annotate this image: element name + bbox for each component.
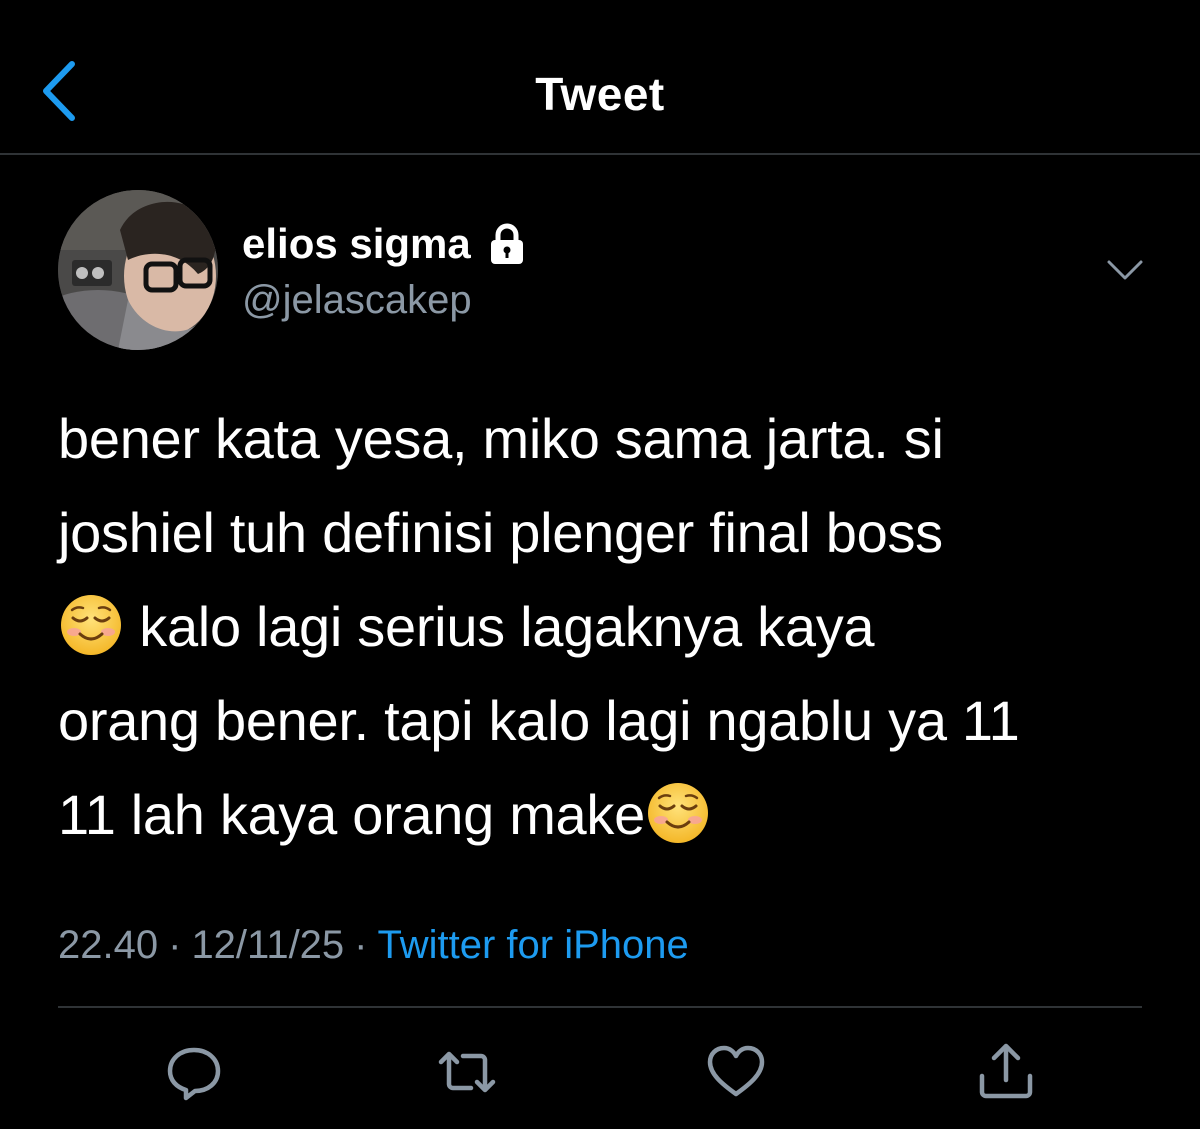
top-navbar: Tweet [0, 0, 1200, 155]
meta-separator: · [354, 923, 368, 967]
reply-button[interactable] [162, 1040, 226, 1104]
smiling-face-emoji-icon [645, 780, 711, 846]
tweet-menu-button[interactable] [1103, 250, 1147, 290]
chevron-down-icon [1103, 250, 1147, 290]
tweet-line-2: joshiel tuh definisi plenger final boss [58, 501, 943, 564]
display-name[interactable]: elios sigma [242, 216, 471, 272]
tweet-line-1: bener kata yesa, miko sama jarta. si [58, 407, 944, 470]
lock-icon [485, 222, 529, 266]
page-title: Tweet [535, 68, 665, 120]
tweet-source-link[interactable]: Twitter for iPhone [378, 923, 689, 967]
tweet-line-5: 11 lah kaya orang make [58, 783, 645, 846]
avatar[interactable] [58, 190, 218, 350]
tweet-line-3: kalo lagi serius lagaknya kaya [139, 595, 875, 658]
share-button[interactable] [974, 1040, 1038, 1104]
tweet-date: 12/11/25 [191, 923, 345, 967]
share-icon [974, 1040, 1038, 1104]
tweet-text: bener kata yesa, miko sama jarta. si jos… [58, 392, 1158, 862]
divider [58, 1006, 1142, 1008]
heart-icon [704, 1040, 768, 1104]
tweet-meta: 22.40 · 12/11/25 · Twitter for iPhone [58, 918, 689, 972]
meta-separator: · [168, 923, 182, 967]
reply-icon [162, 1040, 226, 1104]
tweet-time: 22.40 [58, 923, 159, 967]
retweet-icon [435, 1040, 499, 1104]
like-button[interactable] [704, 1040, 768, 1104]
display-name-row[interactable]: elios sigma [242, 214, 529, 274]
retweet-button[interactable] [435, 1040, 499, 1104]
user-handle[interactable]: @jelascakep [242, 274, 472, 326]
smiling-face-emoji-icon [58, 592, 124, 658]
tweet-line-4: orang bener. tapi kalo lagi ngablu ya 11 [58, 689, 1020, 752]
